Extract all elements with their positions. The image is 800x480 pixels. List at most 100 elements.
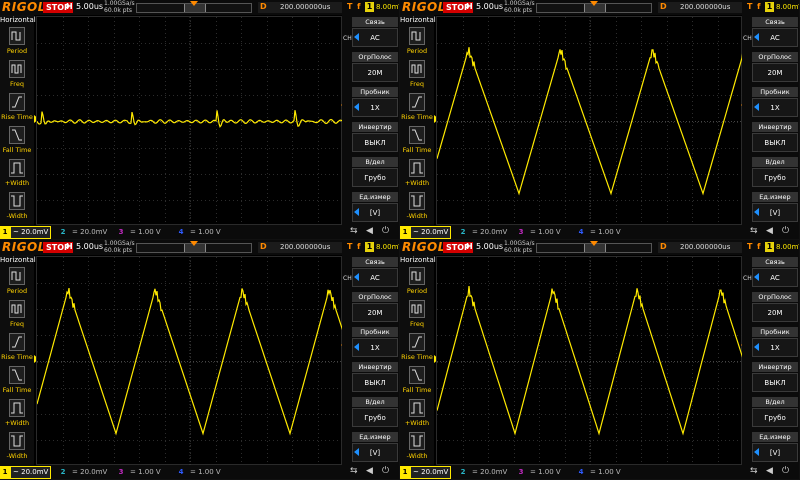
- channel-coupling: =: [530, 468, 536, 476]
- negative-width-icon: [9, 432, 25, 450]
- menu-bandwidth-limit[interactable]: ОгрПолос 20M: [752, 52, 798, 84]
- measure-period-button[interactable]: Period: [1, 266, 33, 300]
- delay-box[interactable]: D 200.000000us: [258, 242, 342, 253]
- trigger-status[interactable]: T f 1 8.00mV: [347, 241, 399, 254]
- acquisition-info: 1.00GSa/s 60.0k pts: [504, 0, 535, 14]
- timebase-value[interactable]: 5.00us: [76, 242, 103, 251]
- menu-invert[interactable]: Инвертир ВЫКЛ: [752, 122, 798, 154]
- menu-item-title: Связь: [352, 17, 398, 27]
- menu-invert[interactable]: Инвертир ВЫКЛ: [352, 122, 398, 154]
- measure-positive-width-button[interactable]: +Width: [1, 158, 33, 192]
- speaker-icon[interactable]: ◀: [366, 226, 373, 236]
- measure-fall-time-button[interactable]: Fall Time: [401, 365, 433, 399]
- measure-negative-width-button[interactable]: -Width: [401, 431, 433, 465]
- menu-unit[interactable]: Ед.измер [V]: [352, 192, 398, 224]
- menu-volts-per-div[interactable]: В/дел Грубо: [752, 157, 798, 189]
- measure-freq-button[interactable]: Freq: [1, 59, 33, 93]
- channel1-status[interactable]: 1 ~ 20.0mV: [400, 466, 455, 479]
- measure-period-button[interactable]: Period: [1, 26, 33, 60]
- delay-box[interactable]: D 200.000000us: [658, 242, 742, 253]
- menu-coupling[interactable]: Связь AC: [752, 17, 798, 49]
- brand-logo: RIGOL: [2, 0, 46, 14]
- measure-positive-width-button[interactable]: +Width: [401, 158, 433, 192]
- measure-label: Period: [406, 287, 428, 295]
- measure-rise-time-button[interactable]: Rise Time: [401, 332, 433, 366]
- channel4-status[interactable]: 4 = 1.00 V: [576, 226, 634, 239]
- menu-unit[interactable]: Ед.измер [V]: [752, 432, 798, 464]
- menu-bandwidth-limit[interactable]: ОгрПолос 20M: [752, 292, 798, 324]
- trigger-status[interactable]: T f 1 8.00mV: [747, 1, 799, 14]
- channel2-status[interactable]: 2 = 20.0mV: [58, 226, 114, 239]
- speaker-icon[interactable]: ◀: [766, 226, 773, 236]
- measure-freq-button[interactable]: Freq: [401, 299, 433, 333]
- menu-coupling[interactable]: Связь AC: [352, 17, 398, 49]
- channel4-status[interactable]: 4 = 1.00 V: [576, 466, 634, 479]
- delay-value: 200.000000us: [280, 3, 331, 11]
- channel3-status[interactable]: 3 = 1.00 V: [516, 466, 574, 479]
- channel-scale: 20.0mV: [21, 468, 49, 476]
- delay-box[interactable]: D 200.000000us: [658, 2, 742, 13]
- menu-unit[interactable]: Ед.измер [V]: [752, 192, 798, 224]
- menu-volts-per-div[interactable]: В/дел Грубо: [352, 397, 398, 429]
- channel3-status[interactable]: 3 = 1.00 V: [116, 226, 174, 239]
- measure-positive-width-button[interactable]: +Width: [401, 398, 433, 432]
- channel-scale: 1.00 V: [598, 468, 621, 476]
- channel2-status[interactable]: 2 = 20.0mV: [458, 226, 514, 239]
- speaker-icon[interactable]: ◀: [366, 466, 373, 476]
- measure-rise-time-button[interactable]: Rise Time: [1, 92, 33, 126]
- measure-label: Fall Time: [402, 146, 432, 154]
- menu-probe[interactable]: Пробник 1X: [352, 87, 398, 119]
- menu-probe[interactable]: Пробник 1X: [752, 327, 798, 359]
- measure-period-button[interactable]: Period: [401, 266, 433, 300]
- measure-positive-width-button[interactable]: +Width: [1, 398, 33, 432]
- trigger-status[interactable]: T f 1 8.00mV: [747, 241, 799, 254]
- measure-fall-time-button[interactable]: Fall Time: [1, 365, 33, 399]
- menu-probe[interactable]: Пробник 1X: [752, 87, 798, 119]
- measure-negative-width-button[interactable]: -Width: [1, 431, 33, 465]
- channel3-status[interactable]: 3 = 1.00 V: [116, 466, 174, 479]
- measure-fall-time-button[interactable]: Fall Time: [401, 125, 433, 159]
- channel-coupling: =: [130, 228, 136, 236]
- speaker-icon[interactable]: ◀: [766, 466, 773, 476]
- channel2-status[interactable]: 2 = 20.0mV: [58, 466, 114, 479]
- measure-rise-time-button[interactable]: Rise Time: [1, 332, 33, 366]
- channel1-status[interactable]: 1 ~ 20.0mV: [400, 226, 455, 239]
- menu-volts-per-div[interactable]: В/дел Грубо: [352, 157, 398, 189]
- period-icon: [9, 27, 25, 45]
- channel2-status[interactable]: 2 = 20.0mV: [458, 466, 514, 479]
- menu-item-value: Грубо: [352, 168, 398, 187]
- menu-item-title: В/дел: [752, 397, 798, 407]
- menu-probe[interactable]: Пробник 1X: [352, 327, 398, 359]
- timebase-value[interactable]: 5.00us: [476, 242, 503, 251]
- measure-rise-time-button[interactable]: Rise Time: [401, 92, 433, 126]
- trigger-position-marker-icon: [590, 241, 598, 246]
- measure-negative-width-button[interactable]: -Width: [401, 191, 433, 225]
- channel4-status[interactable]: 4 = 1.00 V: [176, 466, 234, 479]
- channel-menu: CH1 Связь AC ОгрПолос 20M Пробник 1X Инв…: [342, 255, 399, 465]
- measure-freq-button[interactable]: Freq: [401, 59, 433, 93]
- menu-coupling[interactable]: Связь AC: [352, 257, 398, 289]
- channel3-status[interactable]: 3 = 1.00 V: [516, 226, 574, 239]
- menu-bandwidth-limit[interactable]: ОгрПолос 20M: [352, 292, 398, 324]
- menu-bandwidth-limit[interactable]: ОгрПолос 20M: [352, 52, 398, 84]
- menu-coupling[interactable]: Связь AC: [752, 257, 798, 289]
- menu-invert[interactable]: Инвертир ВЫКЛ: [352, 362, 398, 394]
- measure-period-button[interactable]: Period: [401, 26, 433, 60]
- menu-volts-per-div[interactable]: В/дел Грубо: [752, 397, 798, 429]
- delay-label: D: [260, 242, 267, 251]
- menu-unit[interactable]: Ед.измер [V]: [352, 432, 398, 464]
- delay-value: 200.000000us: [280, 243, 331, 251]
- channel1-status[interactable]: 1 ~ 20.0mV: [0, 226, 55, 239]
- menu-invert[interactable]: Инвертир ВЫКЛ: [752, 362, 798, 394]
- timebase-value[interactable]: 5.00us: [476, 2, 503, 11]
- trigger-status[interactable]: T f 1 8.00mV: [347, 1, 399, 14]
- measure-negative-width-button[interactable]: -Width: [1, 191, 33, 225]
- trigger-position-marker-icon: [190, 241, 198, 246]
- channel4-status[interactable]: 4 = 1.00 V: [176, 226, 234, 239]
- measure-fall-time-button[interactable]: Fall Time: [1, 125, 33, 159]
- delay-box[interactable]: D 200.000000us: [258, 2, 342, 13]
- channel-menu-tag: CH1: [743, 35, 756, 42]
- measure-freq-button[interactable]: Freq: [1, 299, 33, 333]
- timebase-value[interactable]: 5.00us: [76, 2, 103, 11]
- channel1-status[interactable]: 1 ~ 20.0mV: [0, 466, 55, 479]
